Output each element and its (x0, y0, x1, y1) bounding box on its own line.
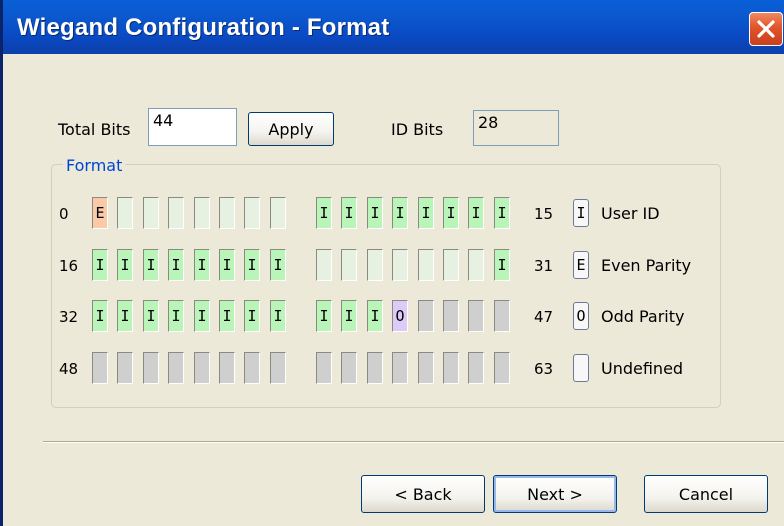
bit-cell[interactable] (367, 249, 383, 281)
row-end-label: 31 (534, 257, 554, 275)
bit-cell[interactable] (392, 249, 408, 281)
bit-cell[interactable]: I (117, 249, 133, 281)
row-end-label: 47 (534, 308, 554, 326)
bit-cell[interactable]: I (341, 300, 357, 332)
bit-cell[interactable]: I (244, 300, 260, 332)
bit-cell[interactable] (443, 249, 459, 281)
bit-cell[interactable] (194, 197, 210, 229)
total-bits-label: Total Bits (58, 120, 131, 139)
bit-cell[interactable]: I (341, 197, 357, 229)
bit-cell[interactable]: I (392, 197, 408, 229)
cancel-button[interactable]: Cancel (644, 475, 768, 513)
bit-cell[interactable] (418, 352, 434, 384)
bit-cell[interactable] (494, 352, 510, 384)
bit-cell[interactable] (219, 352, 235, 384)
bit-cell[interactable] (219, 197, 235, 229)
bit-cell[interactable]: O (392, 300, 408, 332)
legend-label-even-parity: Even Parity (601, 256, 692, 275)
bit-cell[interactable] (117, 197, 133, 229)
bit-cell[interactable] (418, 300, 434, 332)
bit-cell[interactable] (270, 197, 286, 229)
bit-cell[interactable] (341, 249, 357, 281)
bit-cell[interactable] (443, 352, 459, 384)
bit-cell[interactable]: I (367, 300, 383, 332)
bit-cell[interactable]: I (494, 197, 510, 229)
bit-cell[interactable] (168, 197, 184, 229)
bit-cell[interactable]: I (117, 300, 133, 332)
bit-cell[interactable] (244, 352, 260, 384)
bit-cell[interactable] (92, 352, 108, 384)
bit-cell[interactable]: E (92, 197, 108, 229)
next-button[interactable]: Next > (493, 475, 617, 513)
total-bits-input[interactable]: 44 (148, 108, 237, 146)
legend-label-undefined: Undefined (601, 359, 684, 378)
legend-key-even-parity[interactable]: E (573, 251, 589, 279)
bit-cell[interactable]: I (219, 249, 235, 281)
bit-cell[interactable]: I (443, 197, 459, 229)
bit-cell[interactable] (143, 197, 159, 229)
row-start-label: 16 (59, 257, 79, 275)
bit-cell[interactable] (316, 352, 332, 384)
close-button[interactable] (749, 12, 783, 46)
row-end-label: 63 (534, 360, 554, 378)
legend-key-user-id[interactable]: I (573, 199, 589, 227)
bit-cell[interactable]: I (494, 249, 510, 281)
id-bits-field: 28 (473, 110, 559, 146)
bit-cell[interactable]: I (194, 300, 210, 332)
bit-cell[interactable] (117, 352, 133, 384)
bit-cell[interactable]: I (143, 249, 159, 281)
bit-cell[interactable]: I (92, 300, 108, 332)
legend-key-odd-parity[interactable]: O (573, 302, 589, 330)
bit-cell[interactable]: I (244, 249, 260, 281)
bit-cell[interactable]: I (316, 197, 332, 229)
bit-cell[interactable] (143, 352, 159, 384)
bit-cell[interactable] (194, 352, 210, 384)
separator (43, 441, 784, 443)
bit-cell[interactable] (418, 249, 434, 281)
bit-cell[interactable] (341, 352, 357, 384)
bit-cell[interactable]: I (468, 197, 484, 229)
bit-cell[interactable] (244, 197, 260, 229)
wiegand-format-dialog: Wiegand Configuration - Format Total Bit… (0, 0, 784, 526)
legend-label-odd-parity: Odd Parity (601, 307, 685, 326)
legend-key-undefined[interactable] (573, 354, 589, 382)
apply-button[interactable]: Apply (248, 112, 334, 146)
bit-cell[interactable] (468, 300, 484, 332)
bit-cell[interactable]: I (316, 300, 332, 332)
bit-cell[interactable] (168, 352, 184, 384)
bit-cell[interactable]: I (168, 300, 184, 332)
bit-cell[interactable] (316, 249, 332, 281)
bit-cell[interactable]: I (92, 249, 108, 281)
bit-cell[interactable] (367, 352, 383, 384)
legend-label-user-id: User ID (601, 204, 660, 223)
id-bits-label: ID Bits (391, 120, 444, 139)
bit-cell[interactable]: I (367, 197, 383, 229)
bit-cell[interactable]: I (143, 300, 159, 332)
row-end-label: 15 (534, 205, 554, 223)
row-start-label: 48 (59, 360, 79, 378)
bit-cell[interactable]: I (168, 249, 184, 281)
bit-cell[interactable] (468, 352, 484, 384)
window-title: Wiegand Configuration - Format (17, 14, 390, 41)
bit-cell[interactable] (270, 352, 286, 384)
bit-cell[interactable] (494, 300, 510, 332)
bit-cell[interactable]: I (270, 249, 286, 281)
bit-cell[interactable] (443, 300, 459, 332)
format-group-title: Format (63, 156, 126, 175)
title-bar[interactable]: Wiegand Configuration - Format (3, 0, 784, 54)
close-icon (757, 20, 775, 38)
row-start-label: 32 (59, 308, 79, 326)
bit-cell[interactable]: I (219, 300, 235, 332)
back-button[interactable]: < Back (361, 475, 485, 513)
row-start-label: 0 (59, 205, 69, 223)
bit-cell[interactable] (392, 352, 408, 384)
bit-cell[interactable] (468, 249, 484, 281)
bit-cell[interactable]: I (194, 249, 210, 281)
bit-cell[interactable]: I (270, 300, 286, 332)
bit-cell[interactable]: I (418, 197, 434, 229)
